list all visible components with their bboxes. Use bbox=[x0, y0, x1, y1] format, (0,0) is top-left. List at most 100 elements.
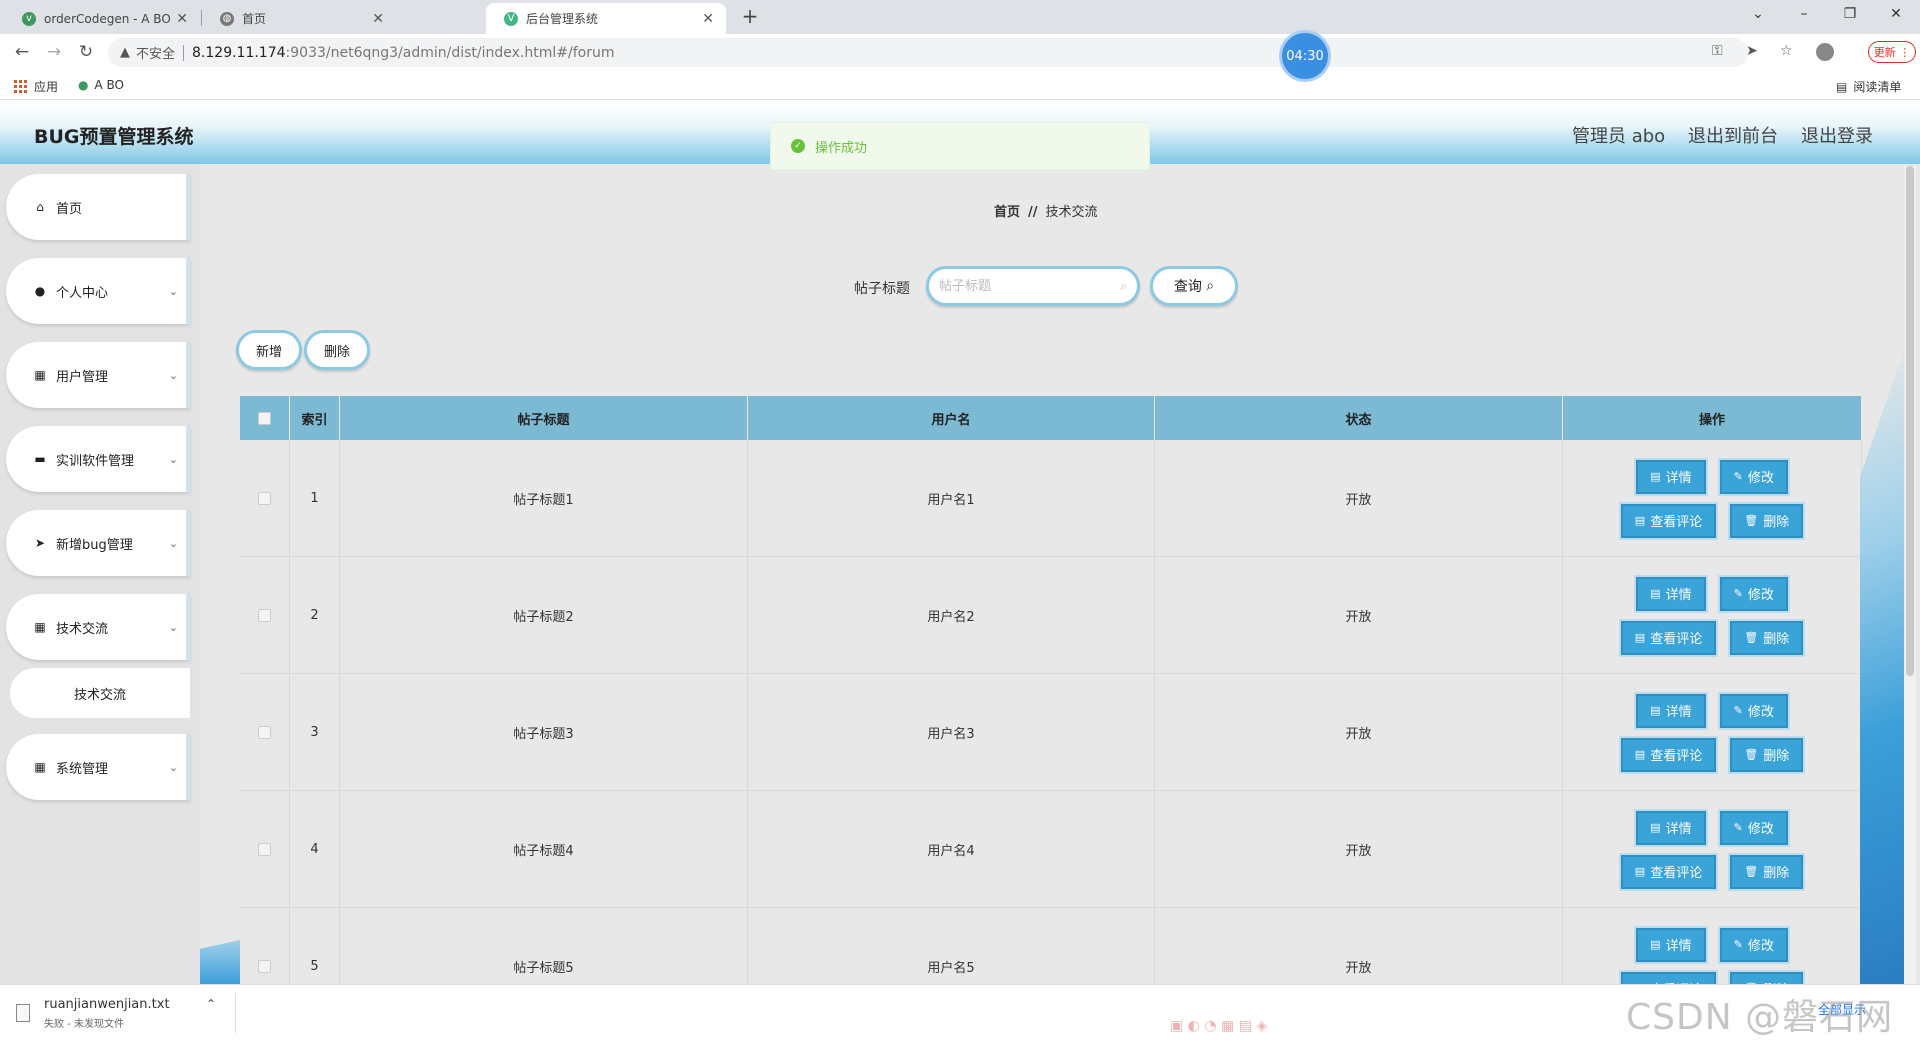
forward-icon[interactable]: → bbox=[42, 40, 66, 64]
row-checkbox[interactable] bbox=[258, 726, 271, 739]
sidebar-item-home[interactable]: ⌂ 首页 bbox=[6, 174, 190, 240]
grid-icon: ▦ bbox=[34, 760, 46, 774]
profile-avatar[interactable] bbox=[1816, 43, 1834, 61]
app-title: BUG预置管理系统 bbox=[34, 126, 194, 148]
view-comments-button[interactable]: ▤查看评论 bbox=[1620, 971, 1717, 984]
edit-button[interactable]: ✎ 修改 bbox=[1719, 810, 1788, 845]
edit-button[interactable]: ✎ 修改 bbox=[1719, 459, 1788, 494]
key-icon[interactable]: ⚿ bbox=[1712, 43, 1723, 59]
edit-button[interactable]: ✎ 修改 bbox=[1719, 927, 1788, 962]
row-checkbox[interactable] bbox=[258, 609, 271, 622]
search-input[interactable] bbox=[939, 278, 1121, 294]
success-toast: ✓ 操作成功 bbox=[770, 122, 1150, 170]
browser-tab-bar: v orderCodegen - A BO ✕ ◍ 首页 ✕ V 后台管理系统 … bbox=[0, 0, 1920, 34]
detail-button[interactable]: ▤ 详情 bbox=[1636, 459, 1706, 494]
select-all-checkbox[interactable] bbox=[258, 411, 271, 425]
detail-button[interactable]: ▤ 详情 bbox=[1636, 810, 1706, 845]
edit-button[interactable]: ✎ 修改 bbox=[1719, 576, 1788, 611]
query-button[interactable]: 查询 ⌕ bbox=[1150, 266, 1238, 306]
detail-button[interactable]: ▤ 详情 bbox=[1636, 693, 1706, 728]
sidebar-item-personal[interactable]: ● 个人中心 ⌄ bbox=[6, 258, 190, 324]
chevron-down-icon: ⌄ bbox=[168, 536, 178, 550]
table-row: 5 帖子标题5 用户名5 开放 ▤详情 ✎修改 ▤查看评论 🗑删除 bbox=[240, 908, 1862, 984]
bookmarks-bar: 应用 ● A BO ▤ 阅读清单 bbox=[0, 70, 1920, 100]
column-header: 索引 bbox=[290, 396, 340, 440]
warning-icon: ▲ bbox=[120, 45, 130, 60]
edit-icon: ✎ bbox=[1733, 470, 1743, 483]
row-checkbox[interactable] bbox=[258, 492, 271, 505]
star-icon[interactable]: ☆ bbox=[1780, 43, 1793, 59]
trash-icon: 🗑 bbox=[1744, 865, 1759, 878]
sidebar-item-users[interactable]: ▦ 用户管理 ⌄ bbox=[6, 342, 190, 408]
ime-toolbar-icon: ▣ ◐ ◔ ▦ ▤ ◈ bbox=[1170, 1018, 1268, 1034]
send-icon[interactable]: ➤ bbox=[1746, 43, 1758, 59]
close-window-button[interactable]: ✕ bbox=[1884, 6, 1908, 26]
breadcrumb-home[interactable]: 首页 bbox=[994, 205, 1020, 220]
close-tab-icon[interactable]: ✕ bbox=[702, 11, 714, 27]
sidebar-item-bug[interactable]: ➤ 新增bug管理 ⌄ bbox=[6, 510, 190, 576]
delete-row-button[interactable]: 🗑删除 bbox=[1730, 971, 1804, 984]
logout-link[interactable]: 退出登录 bbox=[1801, 122, 1873, 148]
edit-icon: ✎ bbox=[1733, 704, 1743, 717]
row-index: 4 bbox=[290, 791, 340, 908]
edit-icon: ✎ bbox=[1733, 587, 1743, 600]
chevron-down-icon: ⌄ bbox=[168, 452, 178, 466]
browser-tab[interactable]: v orderCodegen - A BO ✕ bbox=[4, 3, 200, 34]
send-icon: ➤ bbox=[34, 536, 46, 550]
download-item[interactable]: ruanjianwenjian.txt 失败 - 未发现文件 bbox=[16, 993, 236, 1033]
row-user: 用户名4 bbox=[748, 791, 1155, 908]
search-field[interactable]: ⌕ bbox=[926, 266, 1140, 306]
detail-button[interactable]: ▤ 详情 bbox=[1636, 927, 1706, 962]
delete-row-button[interactable]: 🗑删除 bbox=[1730, 620, 1804, 655]
row-checkbox[interactable] bbox=[258, 843, 271, 856]
row-user: 用户名1 bbox=[748, 440, 1155, 557]
add-button[interactable]: 新增 bbox=[236, 330, 302, 370]
browser-tab-active[interactable]: V 后台管理系统 ✕ bbox=[486, 3, 726, 34]
table-row: 4 帖子标题4 用户名4 开放 ▤ 详情 ✎ 修改 ▤ 查看评论 🗑 删除 bbox=[240, 791, 1862, 908]
delete-row-button[interactable]: 🗑删除 bbox=[1730, 503, 1804, 538]
bookmark-apps[interactable]: 应用 bbox=[14, 78, 58, 95]
delete-row-button[interactable]: 🗑删除 bbox=[1730, 737, 1804, 772]
table-row: 3 帖子标题3 用户名3 开放 ▤ 详情 ✎ 修改 ▤ 查看评论 🗑 删除 bbox=[240, 674, 1862, 791]
view-comments-button[interactable]: ▤查看评论 bbox=[1620, 737, 1717, 772]
update-button[interactable]: 更新 ⋮ bbox=[1868, 41, 1916, 63]
exit-to-front-link[interactable]: 退出到前台 bbox=[1688, 122, 1778, 148]
page-scrollbar[interactable] bbox=[1904, 166, 1916, 986]
restore-button[interactable]: ❐ bbox=[1838, 6, 1862, 26]
view-comments-button[interactable]: ▤查看评论 bbox=[1620, 854, 1717, 889]
row-status: 开放 bbox=[1155, 674, 1563, 791]
trash-icon: 🗑 bbox=[1744, 631, 1759, 644]
chevron-up-icon[interactable]: ⌃ bbox=[206, 997, 216, 1011]
sidebar-item-software[interactable]: ▬ 实训软件管理 ⌄ bbox=[6, 426, 190, 492]
document-icon: ▤ bbox=[1634, 631, 1646, 644]
new-tab-button[interactable]: + bbox=[738, 5, 762, 29]
close-tab-icon[interactable]: ✕ bbox=[372, 11, 384, 27]
view-comments-button[interactable]: ▤查看评论 bbox=[1620, 503, 1717, 538]
row-index: 1 bbox=[290, 440, 340, 557]
reload-icon[interactable]: ↻ bbox=[74, 40, 98, 64]
scrollbar-thumb[interactable] bbox=[1906, 166, 1914, 676]
grid-icon: ▦ bbox=[34, 368, 46, 382]
browser-tab[interactable]: ◍ 首页 ✕ bbox=[202, 3, 396, 34]
row-user: 用户名5 bbox=[748, 908, 1155, 984]
close-tab-icon[interactable]: ✕ bbox=[176, 11, 188, 27]
sidebar-item-system[interactable]: ▦ 系统管理 ⌄ bbox=[6, 734, 190, 800]
url-field[interactable]: ▲ 不安全 8.129.11.174:9033/net6qng3/admin/d… bbox=[108, 38, 1748, 67]
minimize-button[interactable]: – bbox=[1792, 6, 1816, 26]
download-filename: ruanjianwenjian.txt bbox=[44, 996, 170, 1012]
sidebar-subitem-forum[interactable]: 技术交流 bbox=[10, 668, 190, 718]
tab-search-icon[interactable]: ⌄ bbox=[1746, 6, 1770, 26]
detail-button[interactable]: ▤ 详情 bbox=[1636, 576, 1706, 611]
current-user: 管理员 abo bbox=[1572, 126, 1666, 147]
row-title: 帖子标题4 bbox=[340, 791, 748, 908]
back-icon[interactable]: ← bbox=[10, 40, 34, 64]
reading-list[interactable]: ▤ 阅读清单 bbox=[1836, 78, 1901, 95]
delete-button[interactable]: 删除 bbox=[304, 330, 370, 370]
row-title: 帖子标题2 bbox=[340, 557, 748, 674]
view-comments-button[interactable]: ▤查看评论 bbox=[1620, 620, 1717, 655]
delete-row-button[interactable]: 🗑删除 bbox=[1730, 854, 1804, 889]
bookmark-abo[interactable]: ● A BO bbox=[78, 78, 124, 92]
edit-button[interactable]: ✎ 修改 bbox=[1719, 693, 1788, 728]
row-checkbox[interactable] bbox=[258, 960, 271, 973]
sidebar-item-forum[interactable]: ▦ 技术交流 ⌄ bbox=[6, 594, 190, 660]
